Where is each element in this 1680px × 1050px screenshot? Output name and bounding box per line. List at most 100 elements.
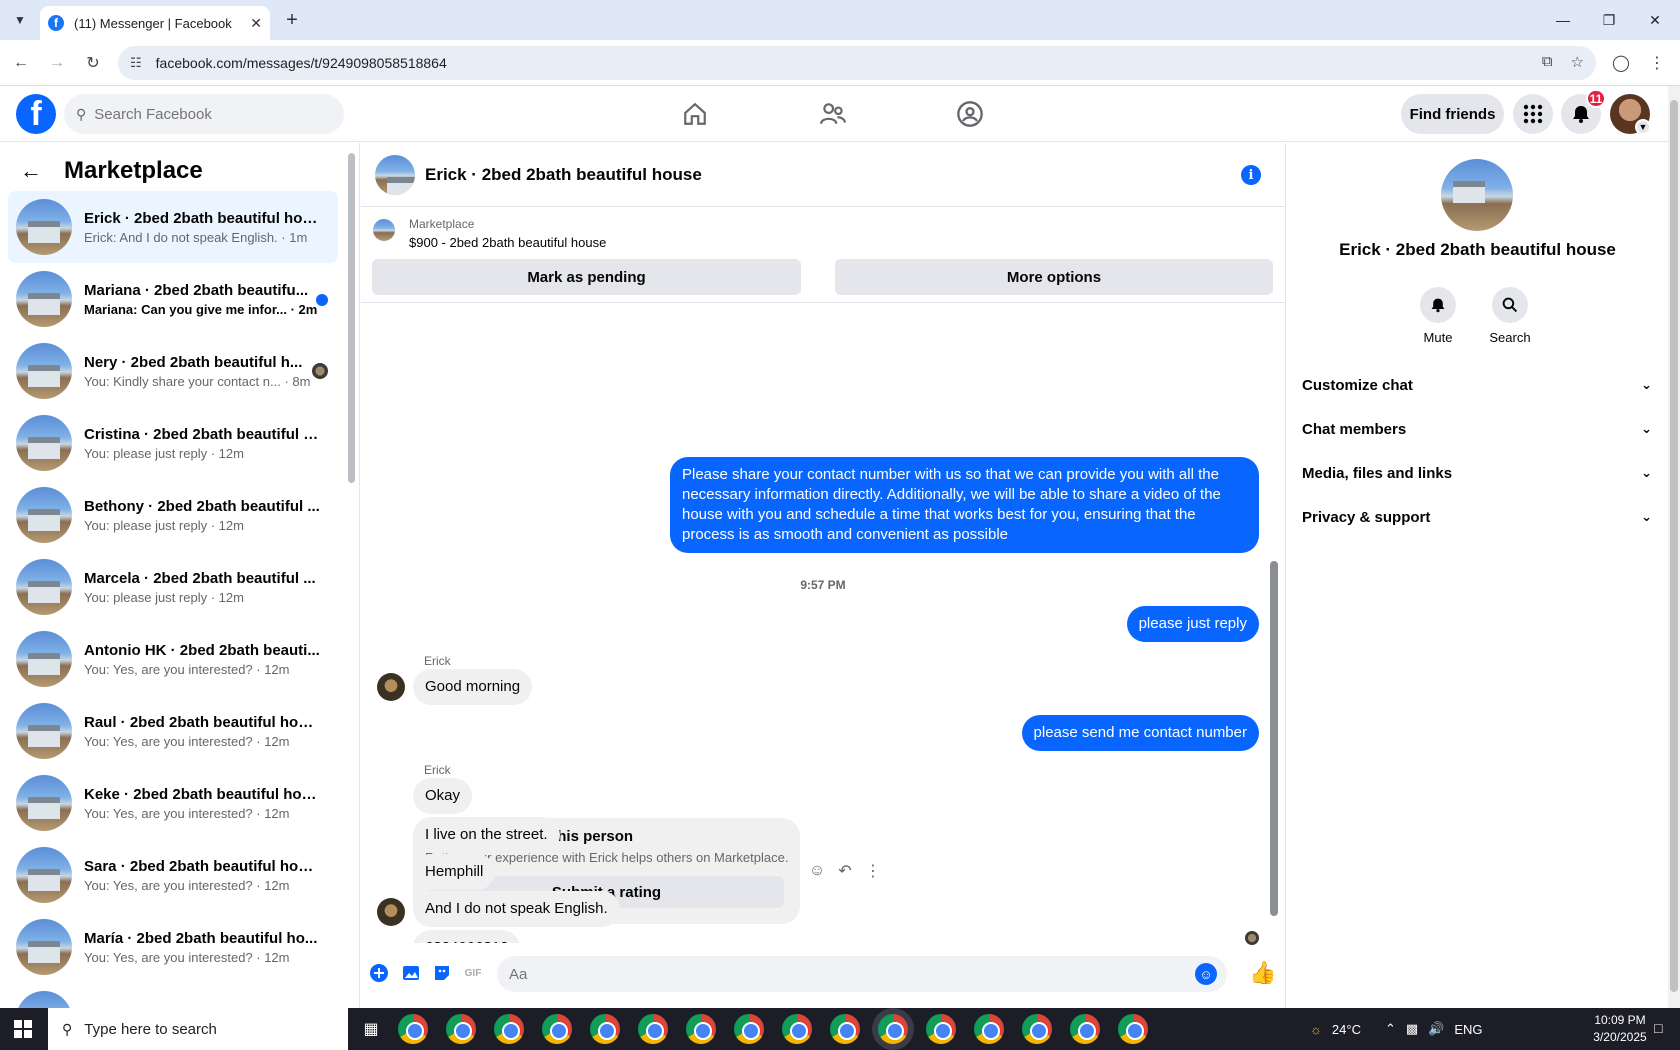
back-arrow-icon[interactable]: ← — [20, 158, 42, 184]
chrome-taskbar-icon[interactable] — [926, 1014, 956, 1044]
chrome-taskbar-icon[interactable] — [830, 1014, 860, 1044]
listing-thumbnail[interactable] — [373, 219, 395, 241]
media-files-links-section[interactable]: Media, files and links ⌄ — [1302, 453, 1652, 493]
chat-list-item[interactable]: Mariana · 2bed 2bath beautifu... Mariana:… — [8, 263, 338, 335]
chrome-taskbar-icon[interactable] — [542, 1014, 572, 1044]
sender-avatar[interactable] — [377, 898, 405, 926]
privacy-support-section[interactable]: Privacy & support ⌄ — [1302, 497, 1652, 537]
network-icon[interactable]: ▩ — [1406, 1021, 1418, 1037]
windows-start-icon[interactable] — [0, 1008, 46, 1050]
page-scrollbar[interactable] — [1668, 86, 1680, 1008]
chrome-taskbar-icon[interactable] — [638, 1014, 668, 1044]
chrome-taskbar-icon[interactable] — [398, 1014, 428, 1044]
chrome-taskbar-icon[interactable] — [446, 1014, 476, 1044]
facebook-search[interactable]: ⚲ — [64, 94, 344, 134]
facebook-logo-icon[interactable]: f — [16, 94, 56, 134]
chrome-taskbar-icon[interactable] — [1070, 1014, 1100, 1044]
home-icon[interactable] — [673, 92, 717, 136]
contact-avatar[interactable] — [1441, 159, 1513, 231]
browser-profile-icon[interactable]: ◯ — [1608, 50, 1634, 76]
chrome-taskbar-icon[interactable] — [782, 1014, 812, 1044]
listing-title[interactable]: $900 - 2bed 2bath beautiful house — [409, 235, 606, 250]
emoji-icon[interactable]: ☺ — [1195, 963, 1217, 985]
thumbs-up-icon[interactable]: 👍 — [1249, 959, 1277, 987]
chat-list-scrollbar[interactable] — [348, 153, 355, 483]
volume-icon[interactable]: 🔊 — [1428, 1021, 1444, 1037]
mark-as-pending-button[interactable]: Mark as pending — [372, 259, 801, 295]
chrome-taskbar-icon[interactable] — [1022, 1014, 1052, 1044]
weather-temp[interactable]: 24°C — [1332, 1022, 1361, 1037]
incoming-message[interactable]: And I do not speak English. — [413, 891, 620, 927]
search-conversation-button[interactable]: Search — [1480, 287, 1540, 345]
chat-list-item[interactable]: María · 2bed 2bath beautiful ho... You: Y… — [8, 911, 338, 983]
language-indicator[interactable]: ENG — [1454, 1022, 1482, 1037]
attach-photo-icon[interactable] — [399, 961, 423, 985]
chat-list-item[interactable]: Zarate · 2bed 2bath beautiful ho... — [8, 983, 338, 1008]
chat-list-item[interactable]: Erick · 2bed 2bath beautiful house Erick:… — [8, 191, 338, 263]
address-bar[interactable]: ☷ facebook.com/messages/t/92490980585188… — [118, 46, 1596, 80]
conversation-avatar[interactable] — [375, 155, 415, 195]
close-tab-icon[interactable]: ✕ — [250, 15, 262, 32]
friends-icon[interactable] — [811, 92, 855, 136]
chrome-taskbar-icon[interactable] — [494, 1014, 524, 1044]
message-input[interactable] — [509, 965, 1179, 983]
close-window-icon[interactable]: ✕ — [1632, 0, 1678, 40]
conversation-title[interactable]: Erick · 2bed 2bath beautiful house — [425, 165, 702, 185]
sender-avatar[interactable] — [377, 673, 405, 701]
reply-icon[interactable]: ↶ — [832, 858, 858, 884]
browser-tab-active[interactable]: f (11) Messenger | Facebook ✕ — [40, 6, 270, 40]
chat-list-item[interactable]: Sara · 2bed 2bath beautiful house You: Ye… — [8, 839, 338, 911]
incoming-message[interactable]: I live on the street. — [413, 817, 560, 853]
new-tab-plus-icon[interactable]: + — [280, 8, 304, 32]
weather-icon[interactable]: ☼ — [1310, 1022, 1322, 1037]
incoming-message[interactable]: Okay — [413, 778, 473, 814]
taskbar-clock[interactable]: 10:09 PM 3/20/2025 — [1590, 1012, 1650, 1046]
chrome-taskbar-icon[interactable] — [974, 1014, 1004, 1044]
gif-icon[interactable]: GIF — [461, 961, 485, 985]
page-scrollbar-thumb[interactable] — [1670, 100, 1678, 992]
incoming-message[interactable]: 6824006812 — [413, 930, 521, 943]
conversation-info-icon[interactable]: i — [1241, 165, 1261, 185]
reload-icon[interactable]: ↻ — [80, 50, 106, 76]
chat-list-item[interactable]: Marcela · 2bed 2bath beautiful ... You: p… — [8, 551, 338, 623]
facebook-search-input[interactable] — [94, 105, 295, 123]
mute-button[interactable]: Mute — [1408, 287, 1468, 345]
react-emoji-icon[interactable]: ☺ — [804, 858, 830, 884]
menu-grid-icon[interactable] — [1513, 94, 1553, 134]
chat-list-item[interactable]: Bethony · 2bed 2bath beautiful ... You: p… — [8, 479, 338, 551]
chrome-taskbar-icon[interactable] — [590, 1014, 620, 1044]
chrome-taskbar-icon[interactable] — [686, 1014, 716, 1044]
restore-window-icon[interactable]: ❐ — [1586, 0, 1632, 40]
chat-list-item[interactable]: Antonio HK · 2bed 2bath beauti... You: Ye… — [8, 623, 338, 695]
chrome-taskbar-icon[interactable] — [878, 1014, 908, 1044]
message-input-box[interactable]: ☺ — [497, 956, 1227, 992]
chat-list-item[interactable]: Keke · 2bed 2bath beautiful house You: Ye… — [8, 767, 338, 839]
outgoing-message[interactable]: please send me contact number — [1021, 715, 1259, 751]
thread-scrollbar[interactable] — [1270, 561, 1278, 916]
browser-menu-icon[interactable]: ⋮ — [1644, 50, 1670, 76]
tab-search-chevron-icon[interactable]: ▼ — [8, 8, 32, 32]
find-friends-button[interactable]: Find friends — [1401, 94, 1504, 134]
chat-list-item[interactable]: Nery · 2bed 2bath beautiful h... You: Kin… — [8, 335, 338, 407]
more-actions-icon[interactable]: ⋮ — [860, 858, 886, 884]
groups-icon[interactable] — [948, 92, 992, 136]
install-app-icon[interactable]: ⧉ — [1542, 53, 1553, 71]
chat-list-item[interactable]: Raul · 2bed 2bath beautiful house You: Ye… — [8, 695, 338, 767]
outgoing-message[interactable]: please just reply — [1126, 606, 1259, 642]
site-settings-icon[interactable]: ☷ — [130, 55, 142, 71]
chat-members-section[interactable]: Chat members ⌄ — [1302, 409, 1652, 449]
sticker-icon[interactable] — [430, 961, 454, 985]
tray-expand-icon[interactable]: ⌃ — [1385, 1021, 1396, 1037]
add-plus-icon[interactable] — [367, 961, 391, 985]
forward-arrow-icon[interactable]: → — [44, 50, 70, 76]
chat-list-item[interactable]: Cristina · 2bed 2bath beautiful h... You:… — [8, 407, 338, 479]
back-arrow-icon[interactable]: ← — [8, 50, 34, 76]
more-options-button[interactable]: More options — [835, 259, 1273, 295]
chrome-taskbar-icon[interactable] — [734, 1014, 764, 1044]
taskbar-search[interactable]: ⚲ Type here to search — [48, 1008, 348, 1050]
bookmark-star-icon[interactable]: ☆ — [1571, 53, 1584, 71]
chevron-down-icon[interactable]: ▼ — [1635, 119, 1651, 135]
task-view-icon[interactable]: ▦ — [348, 1008, 394, 1050]
customize-chat-section[interactable]: Customize chat ⌄ — [1302, 365, 1652, 405]
incoming-message[interactable]: Hemphill — [413, 854, 496, 890]
